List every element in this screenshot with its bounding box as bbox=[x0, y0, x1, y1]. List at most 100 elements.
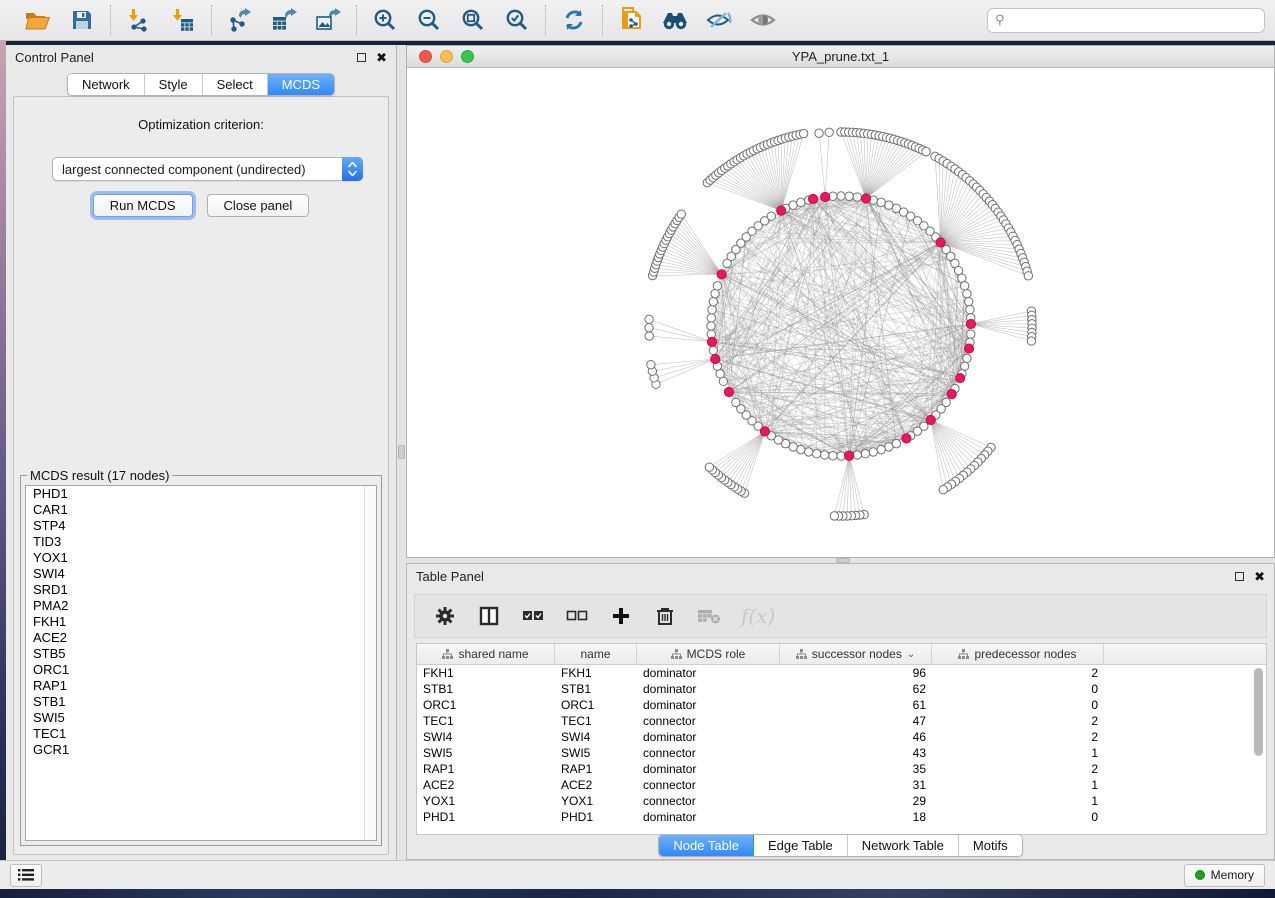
splitter-grip[interactable] bbox=[398, 445, 405, 459]
cell-predecessor-nodes[interactable]: 0 bbox=[932, 810, 1104, 824]
close-panel-icon[interactable]: ✖ bbox=[376, 53, 387, 62]
float-panel-icon[interactable] bbox=[357, 53, 366, 62]
cell-shared-name[interactable]: STB1 bbox=[417, 682, 555, 696]
find-icon[interactable] bbox=[660, 5, 690, 35]
cell-MCDS-role[interactable]: connector bbox=[637, 778, 780, 792]
add-column-icon[interactable] bbox=[609, 604, 633, 628]
cell-predecessor-nodes[interactable]: 1 bbox=[932, 746, 1104, 760]
table-row[interactable]: SWI5SWI5connector431 bbox=[417, 745, 1266, 761]
tab-select[interactable]: Select bbox=[203, 74, 268, 95]
cell-shared-name[interactable]: RAP1 bbox=[417, 762, 555, 776]
export-network-icon[interactable] bbox=[225, 5, 255, 35]
table-row[interactable]: TEC1TEC1connector472 bbox=[417, 713, 1266, 729]
mcds-result-item[interactable]: ORC1 bbox=[26, 662, 376, 678]
network-canvas[interactable] bbox=[407, 68, 1274, 557]
cell-predecessor-nodes[interactable]: 2 bbox=[932, 714, 1104, 728]
open-file-icon[interactable] bbox=[23, 5, 53, 35]
deselect-all-icon[interactable] bbox=[565, 604, 589, 628]
tab-mcds[interactable]: MCDS bbox=[268, 74, 334, 95]
cell-predecessor-nodes[interactable]: 0 bbox=[932, 682, 1104, 696]
cell-successor-nodes[interactable]: 46 bbox=[780, 730, 932, 744]
search-input[interactable] bbox=[1005, 13, 1257, 27]
cell-MCDS-role[interactable]: dominator bbox=[637, 762, 780, 776]
cell-predecessor-nodes[interactable]: 0 bbox=[932, 698, 1104, 712]
table-row[interactable]: YOX1YOX1connector291 bbox=[417, 793, 1266, 809]
cell-MCDS-role[interactable]: connector bbox=[637, 794, 780, 808]
cell-name[interactable]: PHD1 bbox=[555, 810, 637, 824]
table-row[interactable]: ORC1ORC1dominator610 bbox=[417, 697, 1266, 713]
close-panel-icon[interactable]: ✖ bbox=[1254, 572, 1265, 581]
column-header-successor-nodes[interactable]: successor nodes⌄ bbox=[780, 644, 932, 664]
cell-predecessor-nodes[interactable]: 1 bbox=[932, 778, 1104, 792]
mcds-result-item[interactable]: RAP1 bbox=[26, 678, 376, 694]
table-row[interactable]: SWI4SWI4dominator462 bbox=[417, 729, 1266, 745]
mcds-result-item[interactable]: PHD1 bbox=[26, 486, 376, 502]
export-table-icon[interactable] bbox=[269, 5, 299, 35]
mcds-result-item[interactable]: FKH1 bbox=[26, 614, 376, 630]
criterion-dropdown[interactable]: largest connected component (undirected) bbox=[52, 157, 363, 181]
column-header-name[interactable]: name bbox=[555, 644, 637, 664]
mcds-result-item[interactable]: SWI4 bbox=[26, 566, 376, 582]
zoom-fit-icon[interactable] bbox=[458, 5, 488, 35]
table-row[interactable]: STB1STB1dominator620 bbox=[417, 681, 1266, 697]
zoom-selected-icon[interactable] bbox=[502, 5, 532, 35]
new-network-from-selection-icon[interactable] bbox=[616, 5, 646, 35]
save-session-icon[interactable] bbox=[67, 5, 97, 35]
task-history-icon[interactable] bbox=[10, 864, 42, 887]
cell-MCDS-role[interactable]: dominator bbox=[637, 730, 780, 744]
cell-successor-nodes[interactable]: 35 bbox=[780, 762, 932, 776]
cell-successor-nodes[interactable]: 31 bbox=[780, 778, 932, 792]
cell-shared-name[interactable]: PHD1 bbox=[417, 810, 555, 824]
cell-successor-nodes[interactable]: 61 bbox=[780, 698, 932, 712]
cell-successor-nodes[interactable]: 96 bbox=[780, 666, 932, 680]
cell-name[interactable]: SWI4 bbox=[555, 730, 637, 744]
settings-icon[interactable] bbox=[433, 604, 457, 628]
mcds-result-item[interactable]: STB5 bbox=[26, 646, 376, 662]
cell-successor-nodes[interactable]: 43 bbox=[780, 746, 932, 760]
tab-network-table[interactable]: Network Table bbox=[848, 835, 959, 856]
column-header-MCDS-role[interactable]: MCDS role bbox=[637, 644, 780, 664]
column-header-shared-name[interactable]: shared name bbox=[417, 644, 555, 664]
cell-shared-name[interactable]: TEC1 bbox=[417, 714, 555, 728]
mcds-result-item[interactable]: ACE2 bbox=[26, 630, 376, 646]
mcds-result-list[interactable]: PHD1CAR1STP4TID3YOX1SWI4SRD1PMA2FKH1ACE2… bbox=[25, 485, 377, 841]
search-field[interactable]: ⚲ bbox=[987, 8, 1265, 33]
cell-predecessor-nodes[interactable]: 1 bbox=[932, 794, 1104, 808]
mcds-result-item[interactable]: SRD1 bbox=[26, 582, 376, 598]
cell-shared-name[interactable]: FKH1 bbox=[417, 666, 555, 680]
cell-shared-name[interactable]: YOX1 bbox=[417, 794, 555, 808]
cell-successor-nodes[interactable]: 29 bbox=[780, 794, 932, 808]
cell-MCDS-role[interactable]: connector bbox=[637, 714, 780, 728]
mcds-result-item[interactable]: CAR1 bbox=[26, 502, 376, 518]
tab-node-table[interactable]: Node Table bbox=[659, 835, 754, 856]
mcds-result-item[interactable]: YOX1 bbox=[26, 550, 376, 566]
mcds-result-item[interactable]: PMA2 bbox=[26, 598, 376, 614]
cell-predecessor-nodes[interactable]: 2 bbox=[932, 730, 1104, 744]
run-mcds-button[interactable]: Run MCDS bbox=[93, 194, 193, 217]
network-window-titlebar[interactable]: YPA_prune.txt_1 bbox=[407, 46, 1274, 68]
cell-predecessor-nodes[interactable]: 2 bbox=[932, 762, 1104, 776]
cell-MCDS-role[interactable]: dominator bbox=[637, 666, 780, 680]
column-layout-icon[interactable] bbox=[477, 604, 501, 628]
cell-successor-nodes[interactable]: 62 bbox=[780, 682, 932, 696]
mcds-result-item[interactable]: STB1 bbox=[26, 694, 376, 710]
memory-button[interactable]: Memory bbox=[1184, 864, 1265, 887]
vertical-splitter[interactable] bbox=[397, 45, 406, 860]
zoom-in-icon[interactable] bbox=[370, 5, 400, 35]
network-graph[interactable] bbox=[407, 68, 1274, 557]
tab-motifs[interactable]: Motifs bbox=[959, 835, 1022, 856]
cell-name[interactable]: TEC1 bbox=[555, 714, 637, 728]
cell-MCDS-role[interactable]: dominator bbox=[637, 698, 780, 712]
mcds-list-scrollbar[interactable] bbox=[364, 486, 376, 840]
cell-MCDS-role[interactable]: dominator bbox=[637, 682, 780, 696]
mcds-result-item[interactable]: SWI5 bbox=[26, 710, 376, 726]
column-header-predecessor-nodes[interactable]: predecessor nodes bbox=[932, 644, 1104, 664]
mcds-result-item[interactable]: TEC1 bbox=[26, 726, 376, 742]
export-image-icon[interactable] bbox=[313, 5, 343, 35]
zoom-out-icon[interactable] bbox=[414, 5, 444, 35]
table-scrollbar[interactable] bbox=[1254, 668, 1264, 828]
hide-panels-icon[interactable] bbox=[704, 5, 734, 35]
float-panel-icon[interactable] bbox=[1235, 572, 1244, 581]
table-row[interactable]: PHD1PHD1dominator180 bbox=[417, 809, 1266, 825]
mcds-result-item[interactable]: TID3 bbox=[26, 534, 376, 550]
